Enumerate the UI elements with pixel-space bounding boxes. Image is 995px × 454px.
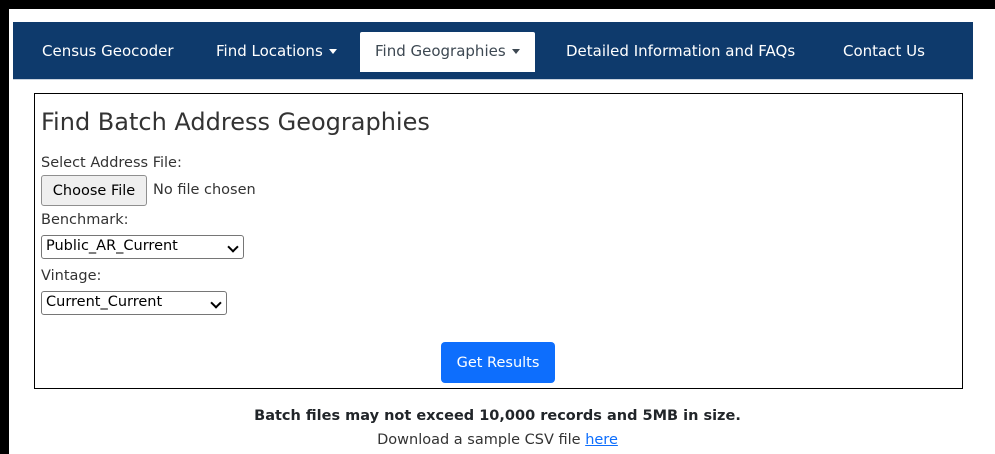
file-label: Select Address File:	[41, 155, 182, 171]
download-text: Download a sample CSV file	[377, 432, 581, 448]
file-status-text: No file chosen	[153, 182, 256, 198]
window-border-left	[0, 0, 9, 454]
vintage-label: Vintage:	[41, 268, 102, 284]
chevron-down-icon	[328, 49, 337, 54]
sample-csv-link[interactable]: here	[585, 432, 618, 448]
vintage-select[interactable]: Current_Current	[41, 291, 227, 315]
chevron-down-icon	[227, 241, 239, 253]
vintage-selected-value: Current_Current	[46, 294, 163, 310]
benchmark-select[interactable]: Public_AR_Current	[41, 235, 244, 259]
get-results-button[interactable]: Get Results	[441, 342, 555, 383]
nav-find-locations-label: Find Locations	[216, 42, 323, 60]
nav-detailed-information[interactable]: Detailed Information and FAQs	[566, 32, 795, 71]
benchmark-label: Benchmark:	[41, 212, 129, 228]
nav-find-locations[interactable]: Find Locations	[216, 32, 337, 71]
choose-file-button[interactable]: Choose File	[41, 175, 147, 206]
batch-limit-notice: Batch files may not exceed 10,000 record…	[254, 408, 741, 424]
page-title: Find Batch Address Geographies	[41, 108, 430, 136]
benchmark-selected-value: Public_AR_Current	[46, 238, 178, 254]
window-border-top	[0, 0, 995, 9]
nav-find-geographies-label: Find Geographies	[375, 42, 506, 60]
nav-census-geocoder[interactable]: Census Geocoder	[42, 32, 173, 71]
nav-contact-us[interactable]: Contact Us	[843, 32, 925, 71]
chevron-down-icon	[511, 49, 520, 54]
chevron-down-icon	[210, 297, 222, 309]
sample-download-text: Download a sample CSV file here	[0, 432, 995, 448]
batch-form-panel: Find Batch Address Geographies Select Ad…	[34, 93, 963, 389]
main-navbar: Census Geocoder Find Locations Find Geog…	[13, 22, 973, 80]
nav-find-geographies[interactable]: Find Geographies	[360, 32, 535, 72]
